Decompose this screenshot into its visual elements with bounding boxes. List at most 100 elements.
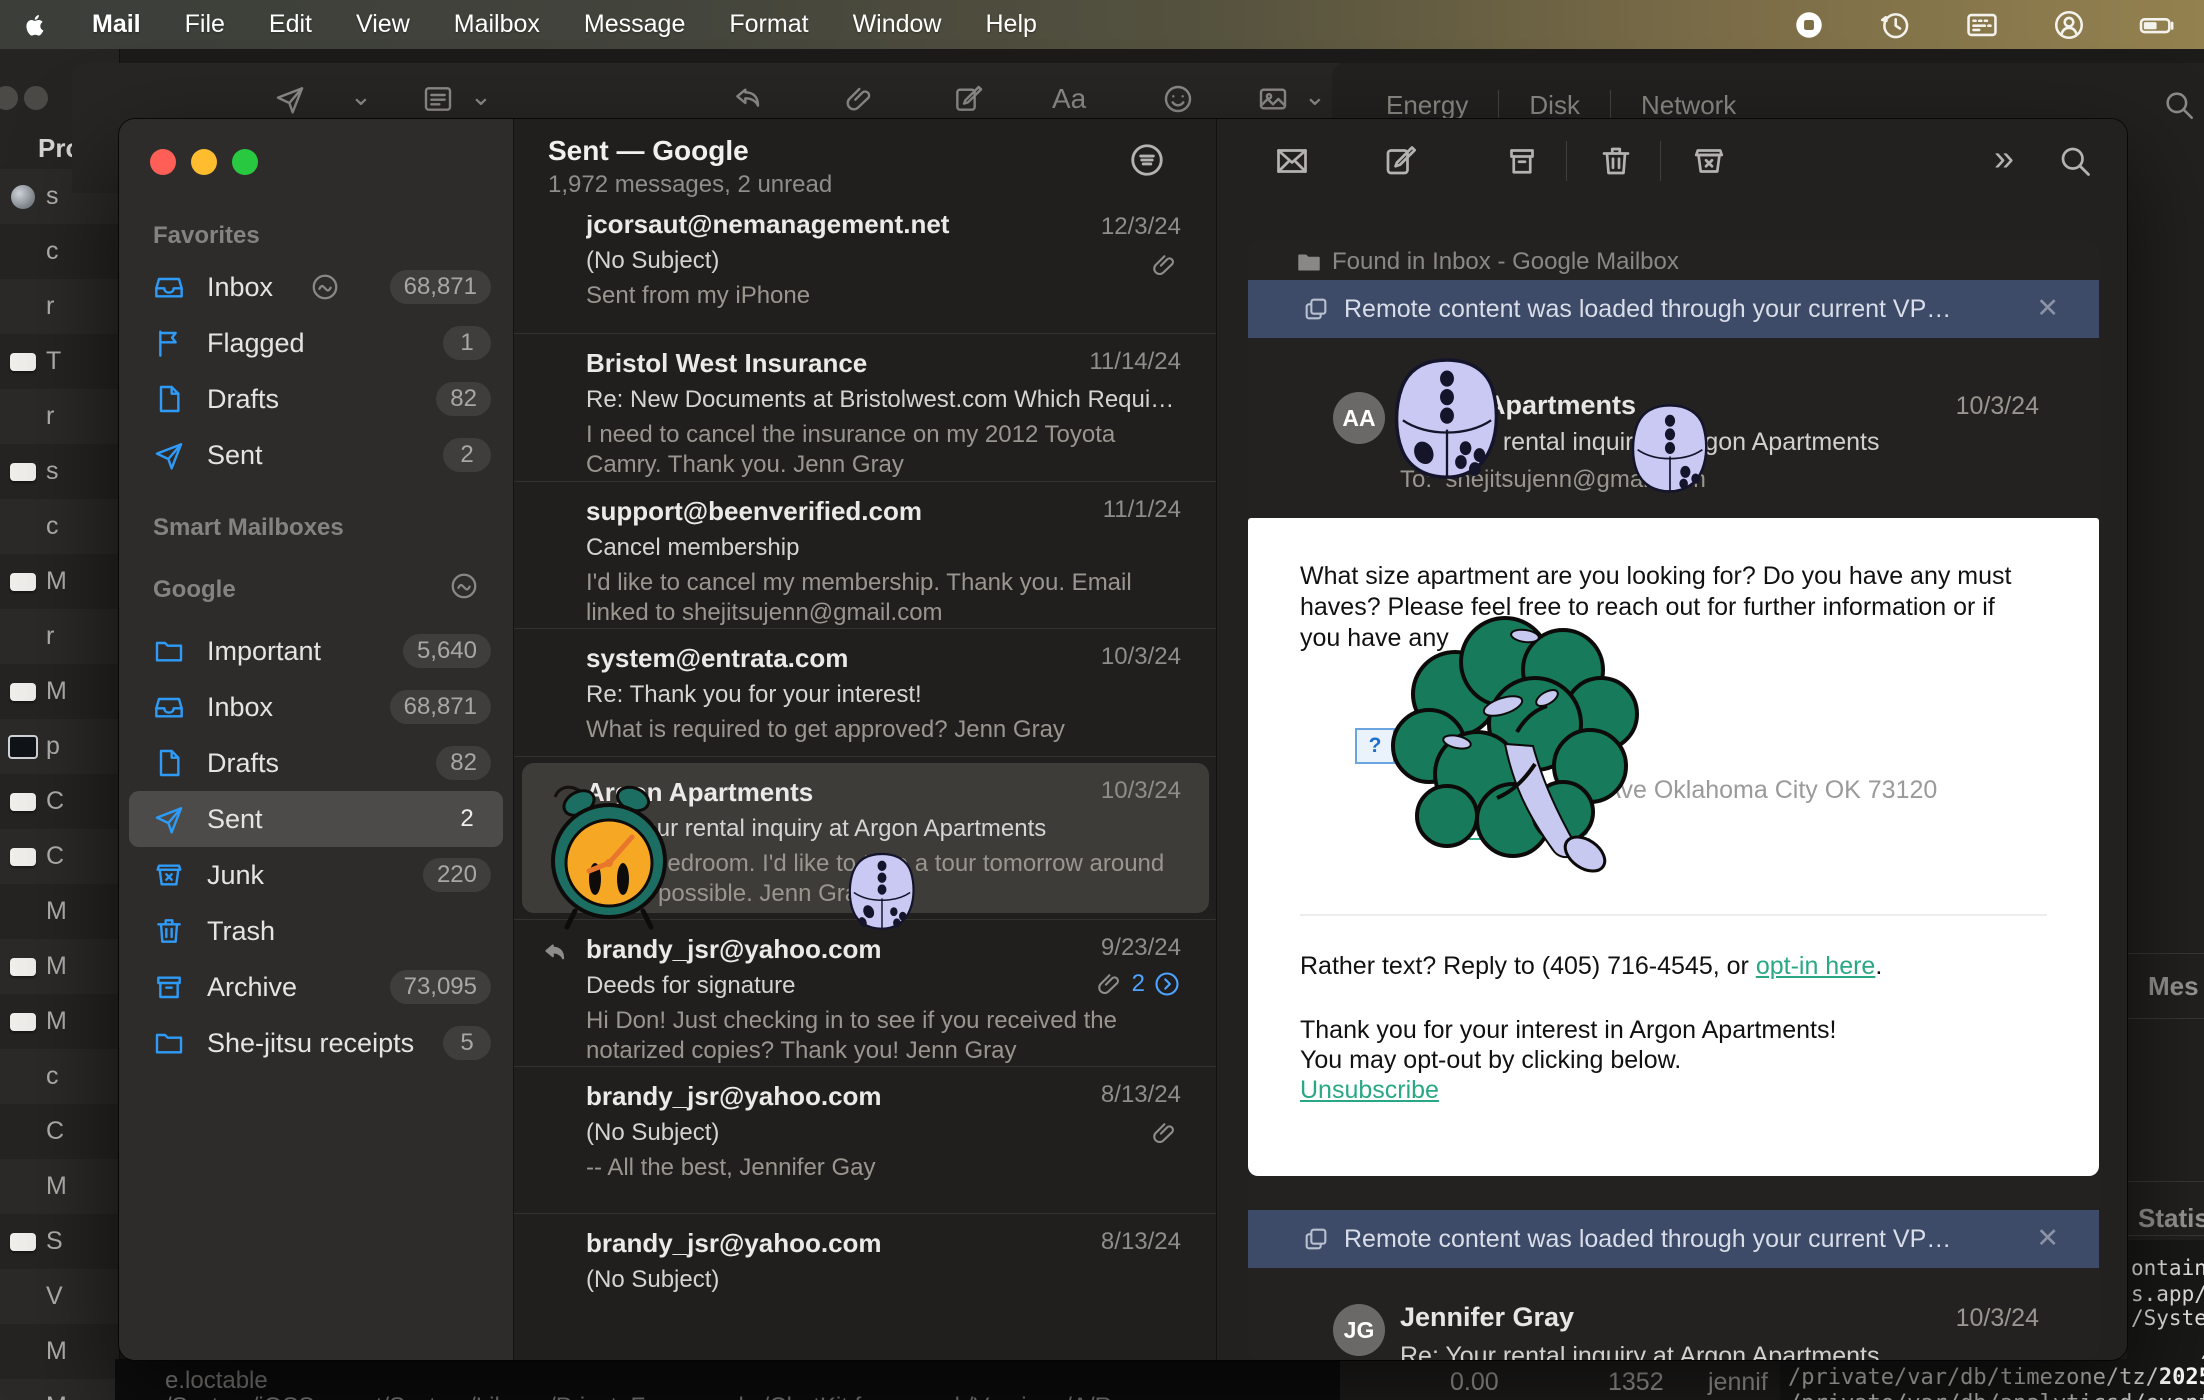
process-row[interactable]: M: [0, 939, 119, 994]
message-row[interactable]: jcorsaut@nemanagement.net 12/3/24 (No Su…: [514, 215, 1217, 333]
process-row[interactable]: c: [0, 224, 119, 279]
sidebar-item-sent[interactable]: Sent 2: [119, 427, 513, 483]
process-row[interactable]: M: [0, 994, 119, 1049]
process-row[interactable]: M: [0, 1159, 119, 1214]
sidebar-item-inbox[interactable]: Inbox 68,871: [119, 259, 513, 315]
smart-mailboxes-header[interactable]: Smart Mailboxes: [153, 514, 344, 542]
menu-item-edit[interactable]: Edit: [269, 10, 312, 39]
process-row[interactable]: V: [0, 1269, 119, 1324]
send-icon: [274, 83, 306, 115]
tab-disk[interactable]: Disk: [1499, 90, 1610, 121]
column-header-messages[interactable]: Mes: [2148, 971, 2199, 1002]
sidebar-item-google-drafts[interactable]: Drafts 82: [119, 735, 513, 791]
sidebar-item-important[interactable]: Important 5,640: [119, 623, 513, 679]
search-icon[interactable]: [2162, 88, 2196, 122]
terminal-path-line: /private/var/db/timezone/tz/2025b.1: [1788, 1365, 2204, 1390]
message-row[interactable]: brandy_jsr@yahoo.com 8/13/24 (No Subject…: [514, 1213, 1217, 1360]
message-row[interactable]: system@entrata.com 10/3/24 Re: Thank you…: [514, 628, 1217, 757]
sidebar-item-archive[interactable]: Archive 73,095: [119, 959, 513, 1015]
menu-item-help[interactable]: Help: [985, 10, 1036, 39]
more-toolbar-icon[interactable]: »: [1994, 137, 2014, 179]
process-row[interactable]: r: [0, 609, 119, 664]
process-row[interactable]: c: [0, 499, 119, 554]
message-list-pane: Sent — Google 1,972 messages, 2 unread j…: [513, 119, 1217, 1360]
sidebar-item-label: Inbox: [207, 272, 273, 303]
count-badge: 5,640: [403, 634, 491, 668]
sender-name: Jennifer Gray: [1400, 1302, 1574, 1333]
zoom-window-button[interactable]: [232, 149, 258, 175]
tab-energy[interactable]: Energy: [1356, 90, 1498, 121]
screen: Mail File Edit View Mailbox Message Form…: [0, 0, 2204, 1400]
message-row[interactable]: brandy_jsr@yahoo.com 9/23/24 Deeds for s…: [514, 919, 1217, 1066]
user-icon[interactable]: [2052, 8, 2086, 42]
menu-item-format[interactable]: Format: [729, 10, 808, 39]
terminal-line: ontaine: [2131, 1256, 2204, 1280]
time-machine-icon[interactable]: [1878, 8, 1912, 42]
sidebar-item-trash[interactable]: Trash: [119, 903, 513, 959]
filter-icon[interactable]: [1128, 141, 1166, 179]
junk-icon: [153, 859, 185, 891]
message-row[interactable]: Bristol West Insurance 11/14/24 Re: New …: [514, 333, 1217, 480]
process-row[interactable]: M: [0, 1379, 119, 1400]
process-row[interactable]: C: [0, 829, 119, 884]
thanks-text: Thank you for your interest in Argon Apa…: [1300, 1016, 1836, 1045]
menu-item-window[interactable]: Window: [853, 10, 942, 39]
menu-item-file[interactable]: File: [185, 10, 225, 39]
process-row[interactable]: M: [0, 1324, 119, 1379]
message-row-selected[interactable]: Argon Apartments 10/3/24 Re: Your rental…: [514, 756, 1217, 918]
tab-network[interactable]: Network: [1611, 90, 1766, 121]
google-account-header[interactable]: Google: [153, 576, 236, 604]
process-row[interactable]: s: [0, 444, 119, 499]
sidebar-item-flagged[interactable]: Flagged 1: [119, 315, 513, 371]
process-row[interactable]: S: [0, 1214, 119, 1269]
sender: brandy_jsr@yahoo.com: [586, 934, 1066, 965]
close-banner-icon[interactable]: ✕: [2036, 1223, 2059, 1254]
keyboard-icon[interactable]: [1964, 8, 2000, 42]
avatar: AA: [1333, 392, 1385, 444]
menu-item-mailbox[interactable]: Mailbox: [454, 10, 540, 39]
menu-item-message[interactable]: Message: [584, 10, 685, 39]
reply-icon: [732, 83, 764, 115]
count-badge: 82: [436, 382, 491, 416]
folder-icon: [153, 635, 185, 667]
chevron-down-icon: ⌄: [350, 81, 372, 112]
compose-icon[interactable]: [1382, 143, 1418, 179]
process-row[interactable]: M: [0, 664, 119, 719]
trash-icon[interactable]: [1598, 143, 1634, 179]
process-row[interactable]: M: [0, 554, 119, 609]
junk-icon[interactable]: [1691, 143, 1727, 179]
date: 9/23/24: [1101, 934, 1181, 962]
menu-item-mail[interactable]: Mail: [92, 10, 141, 39]
apple-menu-icon[interactable]: [24, 13, 48, 37]
close-window-button[interactable]: [150, 149, 176, 175]
close-banner-icon[interactable]: ✕: [2036, 293, 2059, 324]
archive-icon[interactable]: [1504, 143, 1540, 179]
message-row[interactable]: brandy_jsr@yahoo.com 8/13/24 (No Subject…: [514, 1066, 1217, 1213]
process-row[interactable]: C: [0, 1104, 119, 1159]
minimize-window-button[interactable]: [191, 149, 217, 175]
menu-item-view[interactable]: View: [356, 10, 410, 39]
signature-website-link[interactable]: www.argonho: [1438, 814, 1589, 843]
process-row[interactable]: T: [0, 334, 119, 389]
unsubscribe-link[interactable]: Unsubscribe: [1300, 1076, 1439, 1105]
sidebar-item-google-inbox[interactable]: Inbox 68,871: [119, 679, 513, 735]
mark-unread-icon[interactable]: [1274, 143, 1310, 179]
process-row[interactable]: c: [0, 1049, 119, 1104]
process-name: r: [46, 292, 54, 321]
column-header-statistics[interactable]: Statis: [2138, 1203, 2204, 1234]
process-row[interactable]: p: [0, 719, 119, 774]
search-icon[interactable]: [2057, 143, 2093, 179]
expand-thread-icon[interactable]: [1153, 970, 1181, 998]
record-icon[interactable]: [1792, 8, 1826, 42]
sidebar-item-google-sent-selected[interactable]: Sent 2: [129, 791, 503, 847]
process-row[interactable]: r: [0, 389, 119, 444]
process-row[interactable]: M: [0, 884, 119, 939]
opt-in-link[interactable]: opt-in here: [1756, 952, 1876, 980]
process-row[interactable]: C: [0, 774, 119, 829]
message-row[interactable]: support@beenverified.com 11/1/24 Cancel …: [514, 481, 1217, 628]
sidebar-item-shejitsu-receipts[interactable]: She-jitsu receipts 5: [119, 1015, 513, 1071]
subject: Deeds for signature: [586, 972, 1181, 1000]
process-row[interactable]: r: [0, 279, 119, 334]
sidebar-item-drafts[interactable]: Drafts 82: [119, 371, 513, 427]
sidebar-item-junk[interactable]: Junk 220: [119, 847, 513, 903]
